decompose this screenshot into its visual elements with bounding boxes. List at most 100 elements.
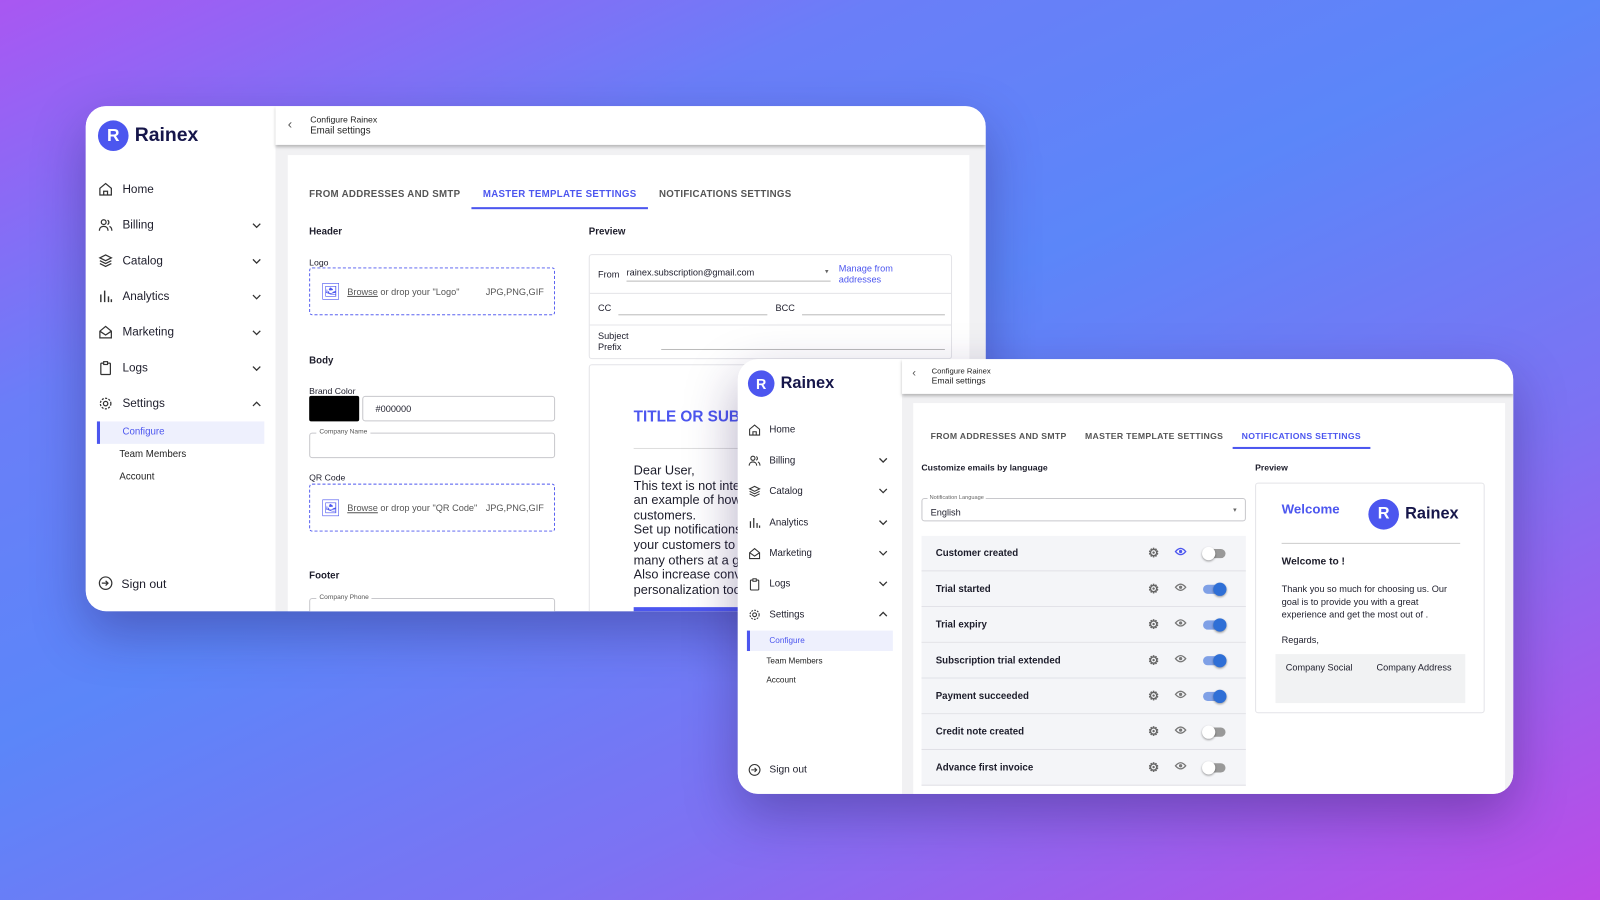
tab-master-template[interactable]: MASTER TEMPLATE SETTINGS bbox=[1076, 423, 1233, 449]
logo-text: Rainex bbox=[134, 124, 199, 146]
sidebar-item-label: Analytics bbox=[769, 516, 809, 529]
sidebar-item-label: Logs bbox=[769, 578, 791, 590]
sidebar-item-logs[interactable]: Logs bbox=[86, 350, 276, 386]
notification-row: Subscription trial extended ⚙ bbox=[921, 642, 1246, 679]
tab-from-addresses[interactable]: FROM ADDRESSES AND SMTP bbox=[921, 423, 1075, 449]
notifications-window: R Rainex Home Billing Catalog Analytics Mark… bbox=[737, 359, 1514, 794]
enable-toggle[interactable] bbox=[1202, 546, 1226, 560]
sidebar-item-marketing[interactable]: Marketing bbox=[86, 314, 276, 350]
tab-notifications[interactable]: NOTIFICATIONS SETTINGS bbox=[648, 181, 803, 210]
cc-input[interactable] bbox=[618, 314, 768, 316]
gear-icon[interactable]: ⚙ bbox=[1148, 582, 1159, 596]
gear-icon[interactable]: ⚙ bbox=[1148, 653, 1159, 667]
browse-qr-link[interactable]: Browse bbox=[347, 503, 378, 513]
eye-icon[interactable] bbox=[1174, 547, 1187, 559]
sidebar-item-logs[interactable]: Logs bbox=[738, 569, 902, 600]
back-button[interactable]: ‹ bbox=[288, 116, 292, 131]
sidebar-nav: Home Billing Catalog Analytics Marketing Logs… bbox=[738, 414, 902, 690]
gear-icon[interactable]: ⚙ bbox=[1148, 546, 1159, 560]
logo-mark: R bbox=[97, 120, 129, 152]
cc-label: CC bbox=[597, 303, 612, 314]
tab-master-template[interactable]: MASTER TEMPLATE SETTINGS bbox=[471, 181, 648, 210]
bcc-input[interactable] bbox=[802, 314, 945, 316]
chevron-down-icon bbox=[252, 290, 261, 302]
company-name-input[interactable]: Company Name bbox=[309, 428, 556, 459]
sign-out-icon bbox=[748, 763, 761, 776]
image-upload-icon: 🖼 bbox=[320, 499, 342, 517]
sidebar-item-analytics[interactable]: Analytics bbox=[86, 279, 276, 315]
eye-icon[interactable] bbox=[1174, 618, 1187, 630]
email-body-line: many others at a g bbox=[633, 552, 740, 567]
from-label: From bbox=[597, 269, 620, 280]
brand-color-swatch[interactable] bbox=[309, 395, 360, 422]
sidebar-item-marketing[interactable]: Marketing bbox=[738, 538, 902, 569]
language-select[interactable]: Notification Language English ▾ bbox=[921, 494, 1246, 522]
email-footer: Company Social Company Address bbox=[1275, 654, 1466, 704]
sidebar-item-home[interactable]: Home bbox=[86, 171, 276, 207]
gear-icon[interactable]: ⚙ bbox=[1148, 724, 1159, 738]
bcc-label: BCC bbox=[775, 303, 795, 314]
enable-toggle[interactable] bbox=[1202, 760, 1226, 774]
sidebar-subitem-team-members[interactable]: Team Members bbox=[747, 651, 893, 671]
eye-icon[interactable] bbox=[1174, 583, 1187, 595]
gear-icon[interactable]: ⚙ bbox=[1148, 689, 1159, 703]
sidebar-subitem-configure[interactable]: Configure bbox=[746, 630, 893, 651]
mail-open-icon bbox=[749, 547, 761, 559]
enable-toggle[interactable] bbox=[1202, 724, 1226, 739]
sidebar-item-catalog[interactable]: Catalog bbox=[738, 476, 902, 507]
company-phone-input[interactable]: Company Phone bbox=[309, 593, 556, 612]
enable-toggle[interactable] bbox=[1203, 689, 1227, 703]
preview-logo: R Rainex bbox=[1368, 498, 1459, 530]
sidebar-item-catalog[interactable]: Catalog bbox=[86, 243, 276, 279]
manage-from-addresses-link[interactable]: Manage from addresses bbox=[839, 263, 921, 285]
brand-color-input[interactable]: #000000 bbox=[362, 395, 556, 422]
email-body-line: Also increase conv bbox=[633, 567, 741, 582]
layers-icon bbox=[98, 254, 113, 268]
qr-code-dropzone[interactable]: 🖼 Browse or drop your "QR Code" JPG,PNG,… bbox=[309, 483, 556, 532]
tab-notifications[interactable]: NOTIFICATIONS SETTINGS bbox=[1232, 423, 1371, 449]
chevron-down-icon bbox=[879, 579, 888, 590]
enable-toggle[interactable] bbox=[1203, 582, 1227, 596]
enable-toggle[interactable] bbox=[1203, 617, 1227, 632]
company-name-label: Company Name bbox=[316, 428, 371, 436]
sidebar-item-billing[interactable]: Billing bbox=[86, 207, 276, 243]
back-button[interactable]: ‹ bbox=[912, 367, 916, 379]
sidebar-item-label: Marketing bbox=[122, 326, 174, 339]
sign-out-button[interactable]: Sign out bbox=[98, 576, 166, 591]
section-label: Customize emails by language bbox=[921, 462, 1048, 473]
sidebar-subitem-configure[interactable]: Configure bbox=[96, 421, 265, 444]
notification-label: Subscription trial extended bbox=[935, 654, 1061, 666]
page-header: ‹ Configure Rainex Email settings bbox=[902, 359, 1514, 394]
gear-icon[interactable]: ⚙ bbox=[1148, 617, 1159, 631]
tab-from-addresses[interactable]: FROM ADDRESSES AND SMTP bbox=[298, 181, 472, 210]
email-body-line: This text is not inte bbox=[633, 478, 741, 493]
sidebar-item-analytics[interactable]: Analytics bbox=[738, 507, 902, 538]
subject-prefix-input[interactable] bbox=[661, 348, 945, 350]
sidebar-subitem-account[interactable]: Account bbox=[97, 466, 264, 488]
header-section-label: Header bbox=[309, 226, 343, 238]
language-value: English bbox=[930, 507, 961, 518]
sign-out-button[interactable]: Sign out bbox=[748, 763, 807, 776]
sidebar-item-home[interactable]: Home bbox=[738, 414, 902, 445]
sidebar-nav: Home Billing Catalog Analytics Marketing Logs… bbox=[86, 171, 276, 488]
sidebar-item-billing[interactable]: Billing bbox=[738, 445, 902, 476]
sidebar-item-settings[interactable]: Settings bbox=[86, 386, 276, 422]
from-select[interactable]: rainex.subscription@gmail.com ▾ bbox=[626, 267, 831, 282]
enable-toggle[interactable] bbox=[1203, 653, 1227, 667]
eye-icon[interactable] bbox=[1174, 726, 1187, 738]
sidebar-subitem-account[interactable]: Account bbox=[747, 670, 893, 690]
eye-icon[interactable] bbox=[1174, 654, 1187, 666]
sidebar-subitem-team-members[interactable]: Team Members bbox=[97, 444, 264, 466]
logo-dropzone[interactable]: 🖼 Browse or drop your "Logo" JPG,PNG,GIF bbox=[309, 267, 556, 316]
eye-icon[interactable] bbox=[1174, 761, 1187, 773]
chevron-down-icon bbox=[252, 255, 261, 267]
browse-logo-link[interactable]: Browse bbox=[347, 286, 378, 296]
eye-icon[interactable] bbox=[1174, 690, 1187, 702]
logo-mark: R bbox=[1368, 498, 1399, 530]
tabs: FROM ADDRESSES AND SMTP MASTER TEMPLATE … bbox=[298, 181, 803, 210]
sidebar-item-label: Home bbox=[769, 424, 796, 436]
greeting: Welcome to ! bbox=[1281, 556, 1345, 568]
clipboard-icon bbox=[749, 578, 760, 591]
gear-icon[interactable]: ⚙ bbox=[1148, 760, 1159, 774]
sidebar-item-settings[interactable]: Settings bbox=[738, 600, 902, 631]
